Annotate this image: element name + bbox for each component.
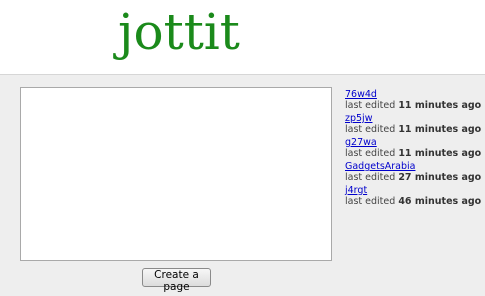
list-item: 76w4d last edited 11 minutes ago [345, 89, 483, 113]
recent-page-link[interactable]: j4rgt [345, 185, 483, 196]
create-page-button[interactable]: Create a page [142, 268, 211, 293]
recent-page-meta: last edited 11 minutes ago [345, 124, 483, 135]
last-edited-time: 11 minutes ago [398, 124, 482, 135]
last-edited-label: last edited [345, 100, 396, 111]
recent-page-meta: last edited 11 minutes ago [345, 100, 483, 111]
last-edited-label: last edited [345, 196, 396, 207]
recent-page-meta: last edited 46 minutes ago [345, 196, 483, 207]
last-edited-time: 27 minutes ago [398, 172, 482, 183]
list-item: j4rgt last edited 46 minutes ago [345, 185, 483, 209]
recent-page-link[interactable]: g27wa [345, 137, 483, 148]
last-edited-time: 46 minutes ago [398, 196, 482, 207]
list-item: GadgetsArabia last edited 27 minutes ago [345, 161, 483, 185]
header-bar: jottit [0, 0, 485, 75]
recent-pages-list: 76w4d last edited 11 minutes ago zp5jw l… [345, 89, 483, 209]
recent-page-link[interactable]: 76w4d [345, 89, 483, 100]
list-item: g27wa last edited 11 minutes ago [345, 137, 483, 161]
last-edited-label: last edited [345, 124, 396, 135]
recent-page-link[interactable]: GadgetsArabia [345, 161, 483, 172]
recent-page-link[interactable]: zp5jw [345, 113, 483, 124]
last-edited-time: 11 minutes ago [398, 100, 482, 111]
last-edited-label: last edited [345, 172, 396, 183]
last-edited-label: last edited [345, 148, 396, 159]
last-edited-time: 11 minutes ago [398, 148, 482, 159]
jottit-logo[interactable]: jottit [118, 2, 240, 62]
recent-page-meta: last edited 27 minutes ago [345, 172, 483, 183]
recent-page-meta: last edited 11 minutes ago [345, 148, 483, 159]
list-item: zp5jw last edited 11 minutes ago [345, 113, 483, 137]
page-text-editor[interactable] [20, 87, 332, 261]
